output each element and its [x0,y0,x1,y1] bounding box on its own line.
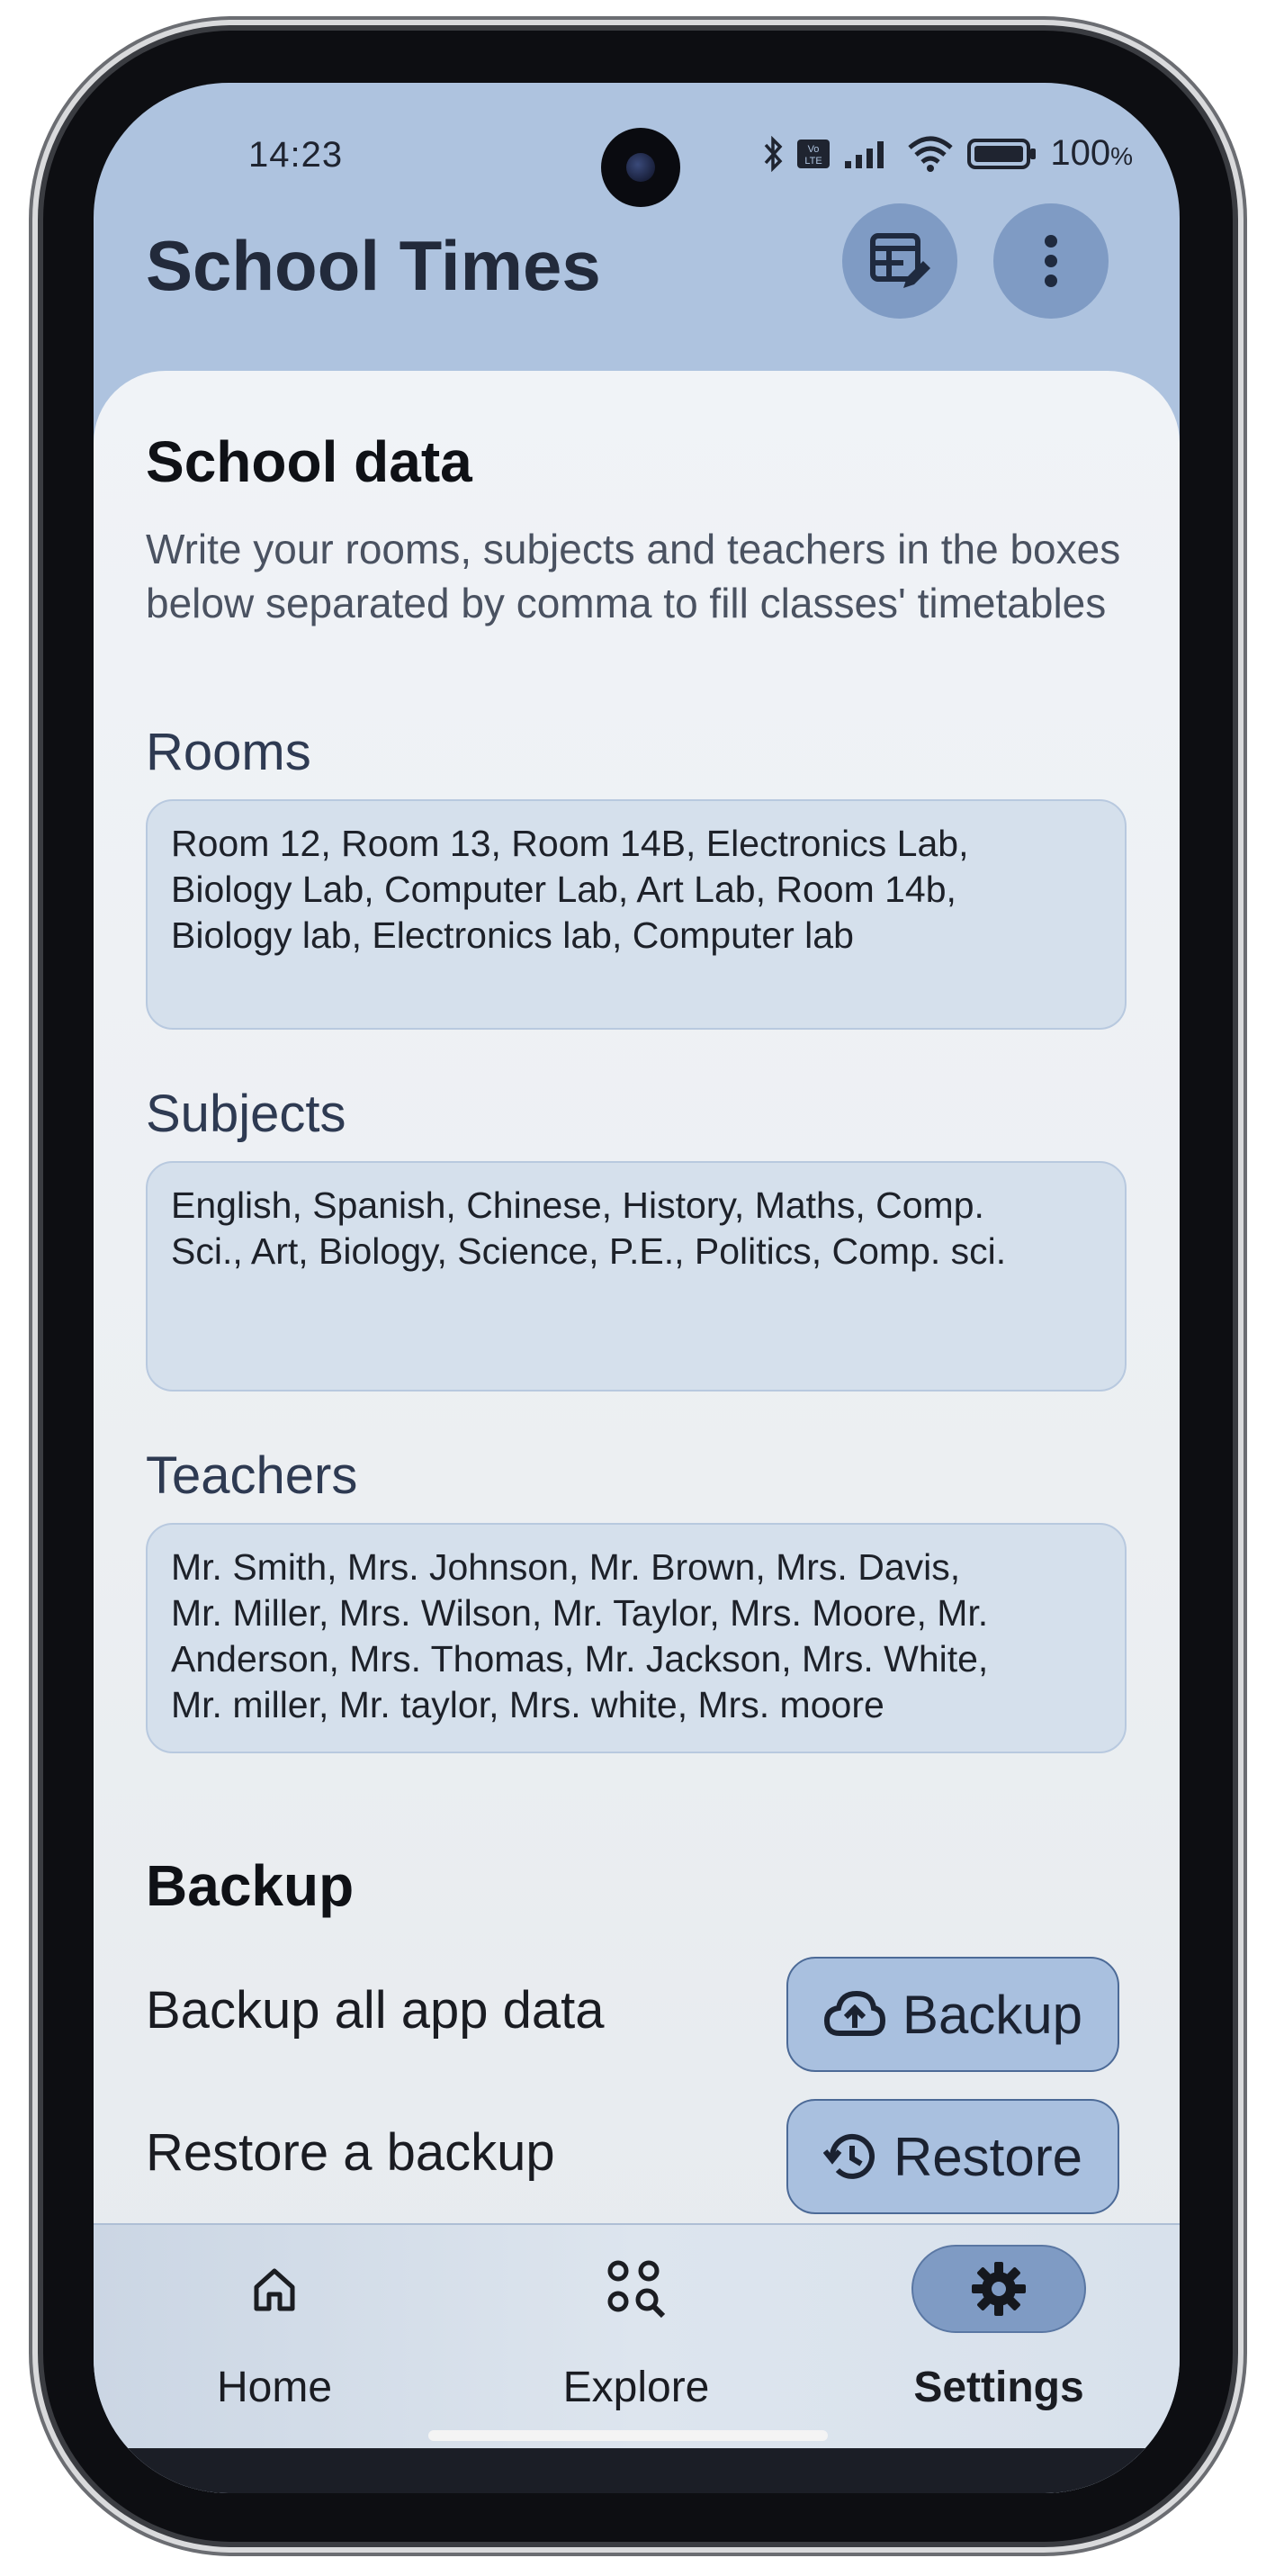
nav-item-settings[interactable]: Settings [818,2225,1180,2450]
edit-table-icon [870,233,930,288]
cloud-upload-icon [823,1990,885,2036]
nav-item-explore[interactable]: Explore [455,2225,817,2450]
history-icon [822,2133,875,2179]
backup-row-text: Backup all app data [146,1981,605,2040]
bottom-navigation: Home Explore Settings [94,2223,1180,2493]
settings-content: School data Write your rooms, subjects a… [94,371,1180,2261]
more-vert-icon [1045,235,1057,287]
teachers-label: Teachers [146,1446,358,1505]
restore-row-text: Restore a backup [146,2123,555,2182]
svg-text:Vo: Vo [808,144,820,155]
restore-button-label: Restore [893,2126,1083,2187]
page-title: School Times [146,226,601,305]
backup-heading: Backup [146,1853,355,1918]
school-data-description: Write your rooms, subjects and teachers … [146,526,1121,626]
edit-timetable-button[interactable] [842,203,957,319]
backup-button-label: Backup [902,1984,1083,2045]
rooms-label: Rooms [146,723,311,781]
home-indicator[interactable] [428,2430,828,2441]
home-icon [254,2268,295,2311]
subjects-field[interactable]: English, Spanish, Chinese, History, Math… [146,1161,1127,1392]
app-bar: School Times [94,155,1180,371]
backup-button[interactable]: Backup [786,1957,1119,2072]
more-options-button[interactable] [993,203,1109,319]
restore-button[interactable]: Restore [786,2099,1119,2214]
explore-icon [607,2260,666,2319]
nav-label-explore: Explore [562,2364,710,2411]
gear-icon [972,2262,1026,2316]
nav-label-settings: Settings [913,2364,1084,2411]
settings-selected-indicator [911,2245,1086,2333]
gesture-bar-area [94,2448,1180,2493]
school-data-heading: School data [146,429,472,494]
rooms-field[interactable]: Room 12, Room 13, Room 14B, Electronics … [146,799,1127,1030]
nav-item-home[interactable]: Home [94,2225,455,2450]
nav-label-home: Home [216,2364,333,2411]
teachers-field[interactable]: Mr. Smith, Mrs. Johnson, Mr. Brown, Mrs.… [146,1523,1127,1753]
phone-screen: 14:23 Vo LTE 100% School Times School da… [94,83,1180,2493]
subjects-label: Subjects [146,1085,346,1143]
